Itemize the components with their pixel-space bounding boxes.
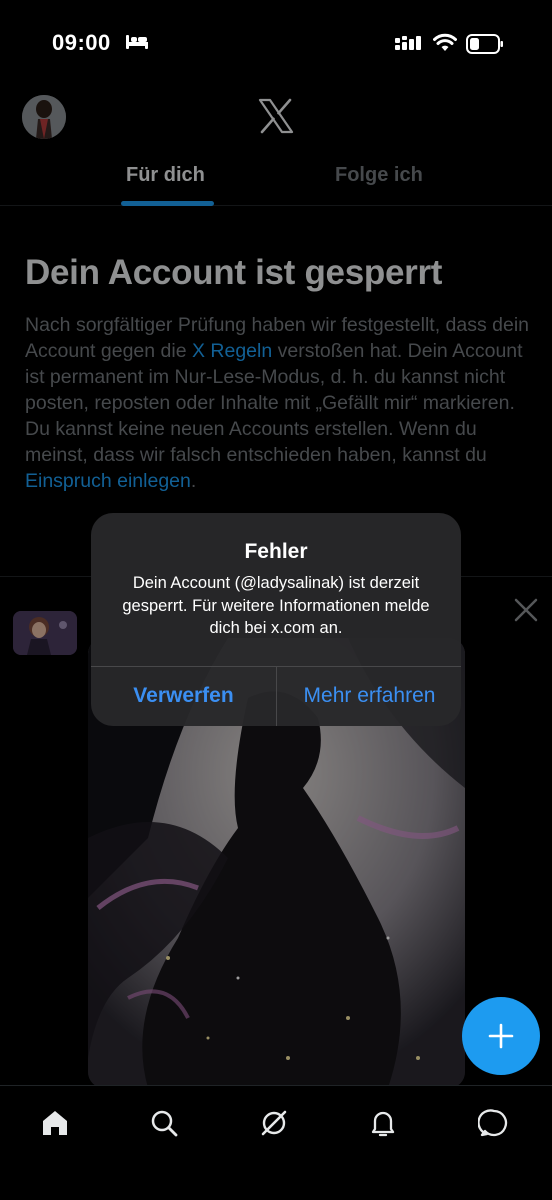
notifications-bell-icon xyxy=(371,1111,395,1137)
grok-icon xyxy=(261,1110,287,1136)
nav-home[interactable] xyxy=(35,1103,75,1143)
status-time: 09:00 xyxy=(52,30,111,55)
search-icon xyxy=(151,1110,178,1137)
battery-low-icon xyxy=(466,34,503,54)
messages-icon xyxy=(478,1109,508,1137)
alert-title: Fehler xyxy=(244,540,308,563)
nav-search[interactable] xyxy=(144,1103,184,1143)
dismiss-button[interactable]: Verwerfen xyxy=(91,666,276,726)
plus-icon xyxy=(488,1023,514,1049)
learn-more-button[interactable]: Mehr erfahren xyxy=(277,666,461,726)
error-alert-dialog: Fehler Dein Account (@ladysalinak) ist d… xyxy=(91,513,461,726)
compose-post-button[interactable] xyxy=(462,997,540,1075)
nav-messages[interactable] xyxy=(474,1103,514,1143)
bed-icon xyxy=(126,35,148,49)
wifi-icon xyxy=(433,33,457,51)
status-bar: 09:00 xyxy=(0,0,552,80)
cellular-signal-icon xyxy=(395,36,421,50)
home-icon xyxy=(43,1111,67,1135)
nav-notifications[interactable] xyxy=(363,1103,403,1143)
bottom-navigation xyxy=(0,1085,552,1200)
alert-message: Dein Account (@ladysalinak) ist derzeit … xyxy=(122,574,430,637)
nav-grok[interactable] xyxy=(254,1103,294,1143)
